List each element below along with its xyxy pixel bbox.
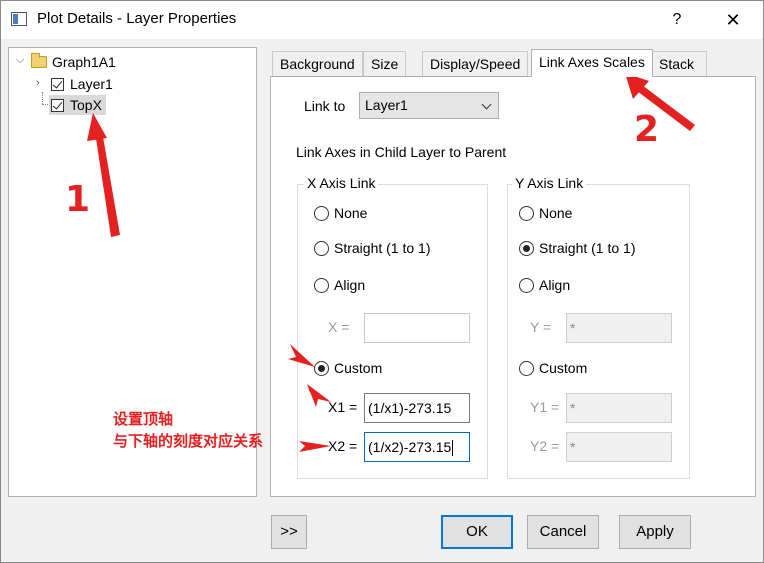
tree-item-label: Layer1 <box>70 76 113 92</box>
link-to-value: Layer1 <box>365 97 408 113</box>
x-radio-straight[interactable]: Straight (1 to 1) <box>314 240 431 256</box>
radio-icon <box>314 205 329 221</box>
radio-icon <box>314 240 329 256</box>
radio-label: Custom <box>334 360 383 376</box>
tab-background[interactable]: Background <box>272 51 363 76</box>
x2-formula-field[interactable]: (1/x2)-273.15 <box>364 432 470 462</box>
dialog-title: Plot Details - Layer Properties <box>37 10 237 27</box>
tree-item-topx[interactable]: TopX <box>49 95 106 115</box>
radio-label: Align <box>334 277 366 293</box>
radio-selected-icon <box>519 240 534 256</box>
folder-open-icon <box>31 53 47 68</box>
text-caret <box>452 440 454 457</box>
x-radio-none[interactable]: None <box>314 205 367 221</box>
radio-label: Straight (1 to 1) <box>539 240 636 256</box>
y1-label: Y1 = <box>530 399 560 415</box>
radio-selected-icon <box>314 360 329 376</box>
chevron-down-icon <box>481 99 492 110</box>
radio-label: None <box>334 205 368 221</box>
collapse-chevron-icon[interactable]: ⌵ <box>16 54 24 67</box>
radio-icon <box>519 205 534 221</box>
tree-connector <box>42 92 43 104</box>
tree-item-label: TopX <box>70 97 102 113</box>
y-equals-label: Y = <box>530 319 552 335</box>
x2-formula-text: (1/x2)-273.15 <box>368 439 452 455</box>
x2-label: X2 = <box>328 438 358 454</box>
x-radio-align[interactable]: Align <box>314 277 365 293</box>
app-window-icon <box>11 12 27 26</box>
link-to-select[interactable]: Layer1 <box>359 92 499 119</box>
y-value-field: * <box>566 313 672 343</box>
annotation-number-2: 2 <box>634 109 660 150</box>
x-equals-label: X = <box>328 319 350 335</box>
tab-size[interactable]: Size <box>363 51 407 76</box>
x-radio-custom[interactable]: Custom <box>314 360 382 376</box>
layer-checkbox[interactable] <box>51 98 64 112</box>
tree-item-graph[interactable]: Graph1A1 <box>31 52 116 72</box>
annotation-note: 设置顶轴 与下轴的刻度对应关系 <box>113 408 263 452</box>
y-radio-none[interactable]: None <box>519 205 572 221</box>
expand-button[interactable]: >> <box>271 515 307 549</box>
radio-label: None <box>539 205 573 221</box>
y1-formula-field: * <box>566 393 672 423</box>
y-radio-custom[interactable]: Custom <box>519 360 587 376</box>
annotation-note-line2: 与下轴的刻度对应关系 <box>113 432 264 450</box>
radio-label: Align <box>539 277 571 293</box>
cancel-button[interactable]: Cancel <box>527 515 599 549</box>
radio-label: Custom <box>539 360 588 376</box>
link-to-label: Link to <box>304 98 346 114</box>
x1-label: X1 = <box>328 399 358 415</box>
tab-display-speed[interactable]: Display/Speed <box>422 51 529 76</box>
title-bar: Plot Details - Layer Properties ? ✕ <box>1 1 763 39</box>
y-radio-straight[interactable]: Straight (1 to 1) <box>519 240 636 256</box>
annotation-note-line1: 设置顶轴 <box>113 410 174 428</box>
tree-item-layer1[interactable]: Layer1 <box>51 74 113 94</box>
x1-formula-field[interactable]: (1/x1)-273.15 <box>364 393 470 423</box>
x-axis-group-title: X Axis Link <box>304 175 379 191</box>
y-axis-group-title: Y Axis Link <box>512 175 587 191</box>
x-value-field[interactable] <box>364 313 470 343</box>
y2-label: Y2 = <box>530 438 560 454</box>
expand-chevron-icon[interactable]: › <box>36 77 40 89</box>
layer-checkbox[interactable] <box>51 77 64 91</box>
ok-button[interactable]: OK <box>441 515 513 549</box>
tree-item-label: Graph1A1 <box>52 54 116 70</box>
plot-details-dialog: Plot Details - Layer Properties ? ✕ ⌵ Gr… <box>0 0 764 563</box>
tab-stack[interactable]: Stack <box>651 51 707 76</box>
radio-icon <box>519 277 534 293</box>
radio-icon <box>314 277 329 293</box>
close-button[interactable]: ✕ <box>721 8 745 32</box>
annotation-number-1: 1 <box>65 179 91 220</box>
y-radio-align[interactable]: Align <box>519 277 570 293</box>
tab-link-axes-scales[interactable]: Link Axes Scales <box>531 49 653 77</box>
radio-icon <box>519 360 534 376</box>
y2-formula-field: * <box>566 432 672 462</box>
help-button[interactable]: ? <box>665 8 689 32</box>
radio-label: Straight (1 to 1) <box>334 240 431 256</box>
apply-button[interactable]: Apply <box>619 515 691 549</box>
section-title: Link Axes in Child Layer to Parent <box>296 144 507 160</box>
